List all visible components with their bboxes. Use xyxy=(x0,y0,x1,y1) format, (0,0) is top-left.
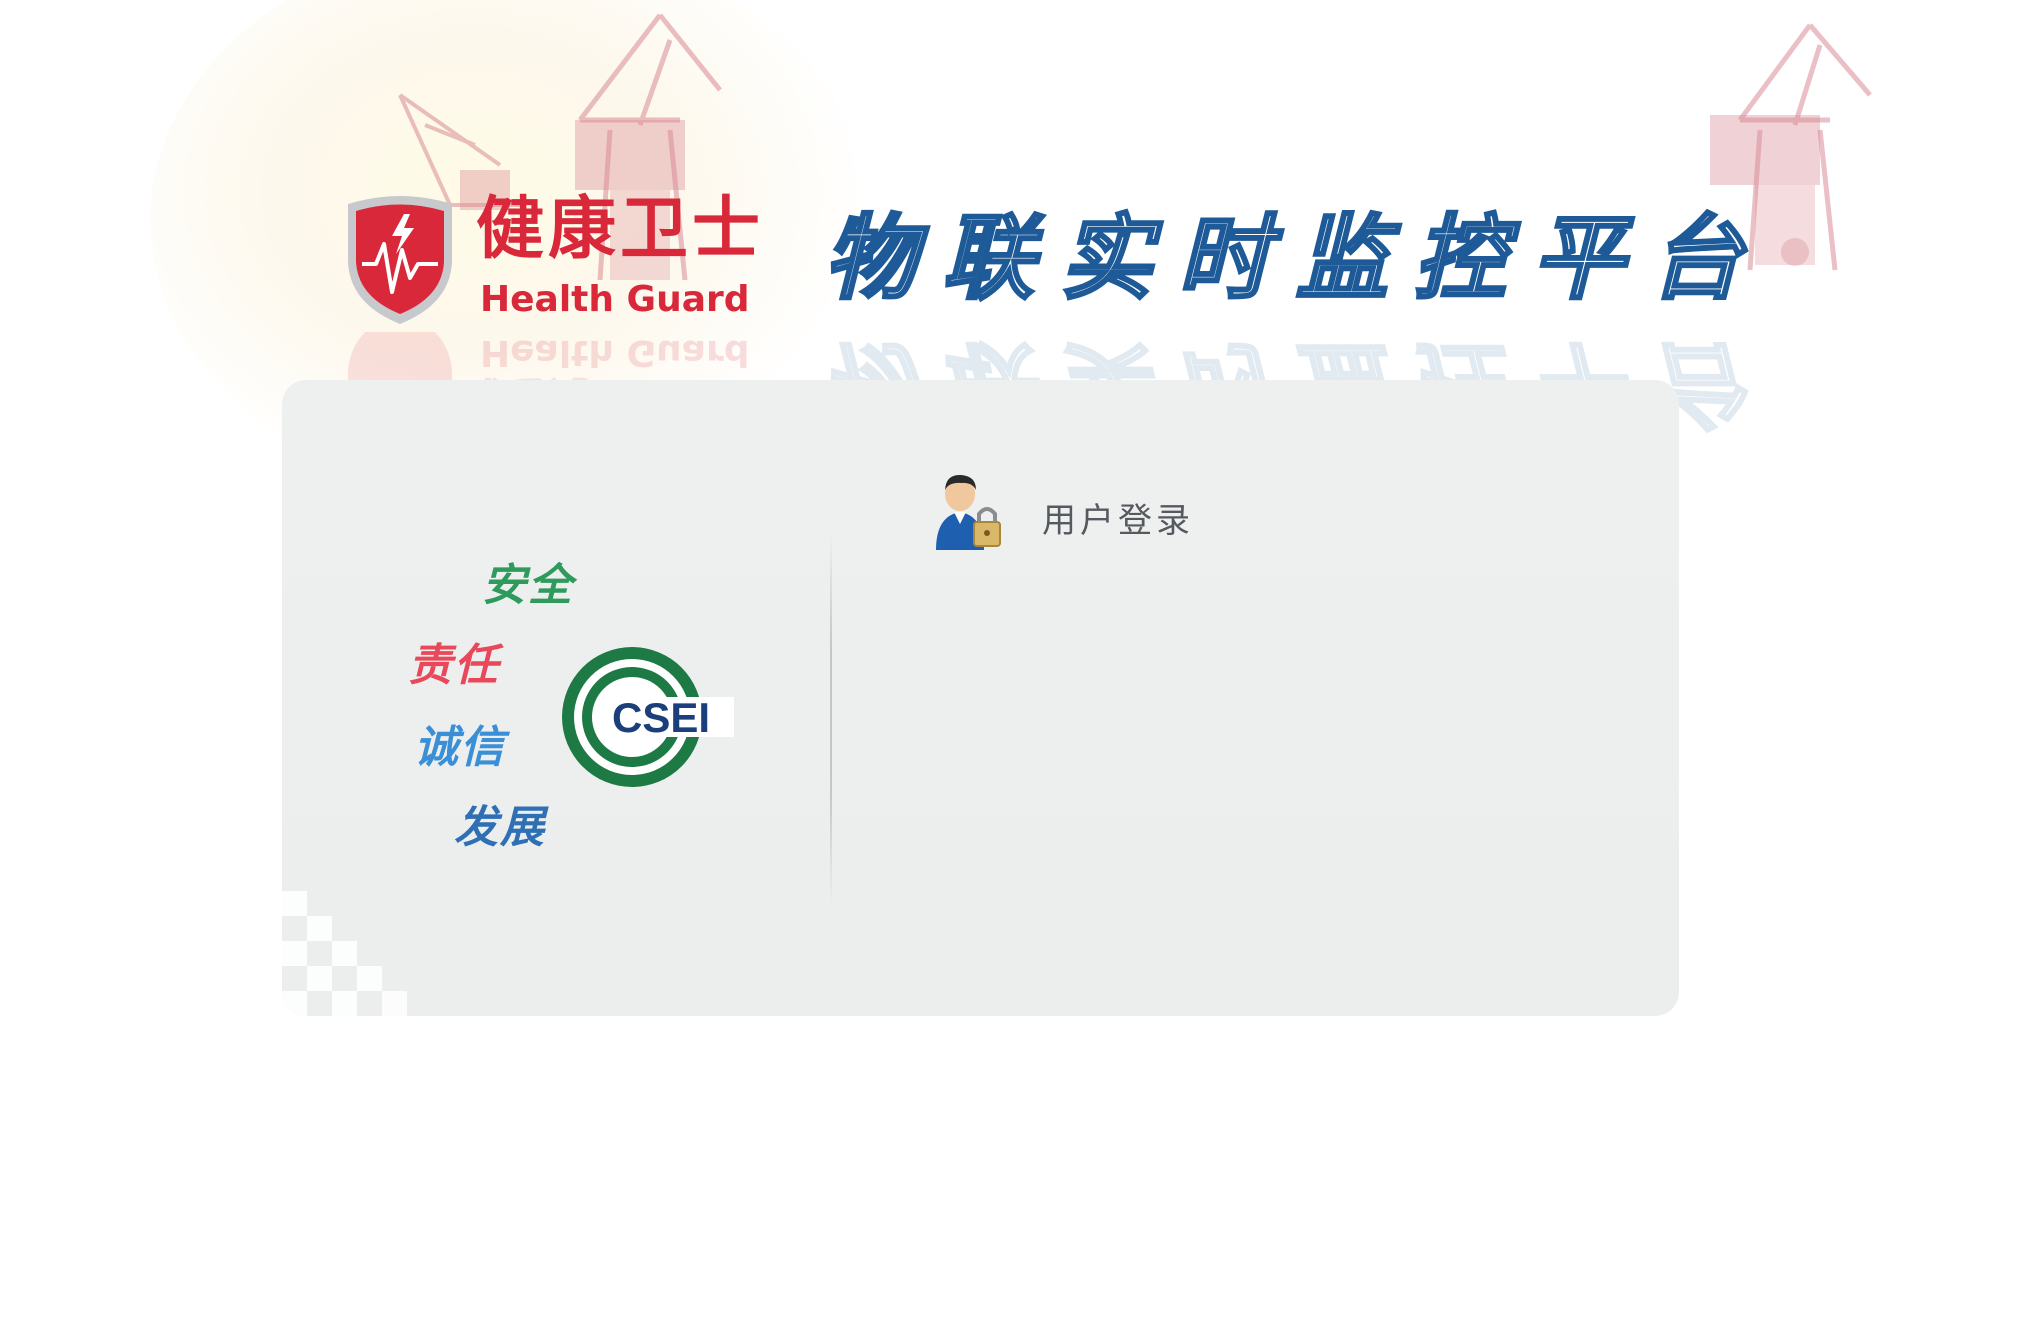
platform-title: 物联实时监控平台 xyxy=(822,204,1769,312)
brand-name-en-reflection: Health Guard xyxy=(480,332,750,373)
slogan-safety: 安全 xyxy=(482,560,574,611)
user-login-title: 用户登录 xyxy=(1042,501,1194,541)
health-guard-shield-logo xyxy=(340,192,460,332)
brand-name-cn: 健康卫士 xyxy=(476,190,765,269)
user-lock-icon xyxy=(934,472,1004,552)
checker-pattern xyxy=(282,891,412,1016)
brand-name-en: Health Guard xyxy=(480,279,750,320)
slogan-integrity: 诚信 xyxy=(414,722,506,773)
panel-divider xyxy=(830,535,832,905)
csei-logo-text: CSEI xyxy=(612,694,710,741)
slogan-responsibility: 责任 xyxy=(408,640,500,691)
csei-logo: CSEI xyxy=(558,642,738,792)
slogan-development: 发展 xyxy=(454,802,546,853)
login-panel: 安全 责任 诚信 发展 CSEI 用户登录 xyxy=(282,380,1679,1016)
